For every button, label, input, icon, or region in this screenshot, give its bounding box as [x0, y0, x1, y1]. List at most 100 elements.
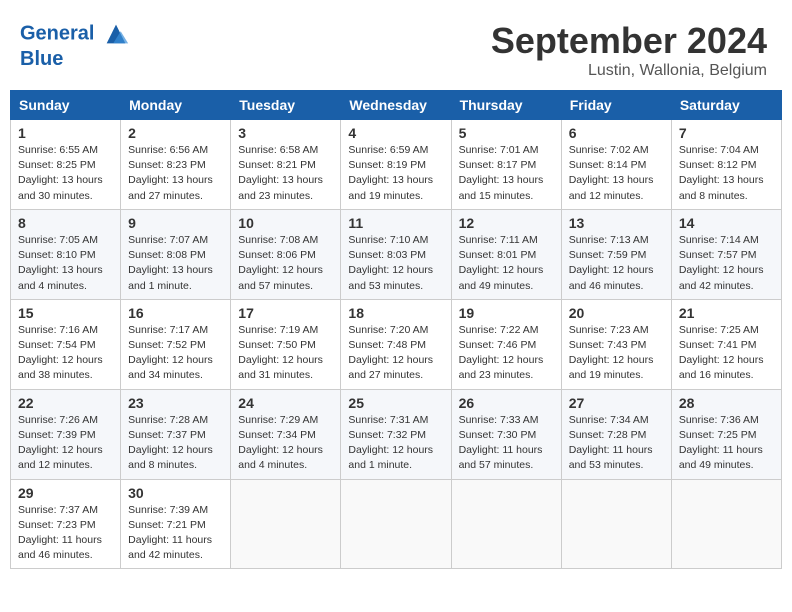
calendar-cell: 2Sunrise: 6:56 AM Sunset: 8:23 PM Daylig…	[121, 120, 231, 210]
calendar-cell: 21 Sunrise: 7:25 AM Sunset: 7:41 PM Dayli…	[671, 299, 781, 389]
logo-text2: Blue	[20, 48, 130, 70]
cell-content: Sunrise: 6:58 AM Sunset: 8:21 PM Dayligh…	[238, 143, 333, 204]
calendar-cell: 17Sunrise: 7:19 AM Sunset: 7:50 PM Dayli…	[231, 299, 341, 389]
day-number: 5	[459, 125, 554, 141]
calendar-cell: 10 Sunrise: 7:08 AM Sunset: 8:06 PM Dayli…	[231, 209, 341, 299]
month-title: September 2024	[491, 20, 767, 62]
cell-content: Sunrise: 6:59 AM Sunset: 8:19 PM Dayligh…	[348, 143, 443, 204]
calendar-cell: 29 Sunrise: 7:37 AM Sunset: 7:23 PM Dayli…	[11, 479, 121, 569]
day-header-sunday: Sunday	[11, 91, 121, 120]
calendar-cell: 4 Sunrise: 6:59 AM Sunset: 8:19 PM Daylig…	[341, 120, 451, 210]
day-number: 21	[679, 305, 774, 321]
day-number: 19	[459, 305, 554, 321]
cell-content: Sunrise: 7:36 AM Sunset: 7:25 PM Dayligh…	[679, 413, 774, 474]
cell-content: Sunrise: 7:16 AM Sunset: 7:54 PM Dayligh…	[18, 323, 113, 384]
calendar-cell: 22Sunrise: 7:26 AM Sunset: 7:39 PM Dayli…	[11, 389, 121, 479]
cell-content: Sunrise: 7:31 AM Sunset: 7:32 PM Dayligh…	[348, 413, 443, 474]
calendar-cell	[231, 479, 341, 569]
cell-content: Sunrise: 7:01 AM Sunset: 8:17 PM Dayligh…	[459, 143, 554, 204]
day-number: 16	[128, 305, 223, 321]
day-number: 30	[128, 485, 223, 501]
calendar-week-row: 1 Sunrise: 6:55 AM Sunset: 8:25 PM Daylig…	[11, 120, 782, 210]
day-header-thursday: Thursday	[451, 91, 561, 120]
day-number: 20	[569, 305, 664, 321]
day-number: 26	[459, 395, 554, 411]
cell-content: Sunrise: 6:55 AM Sunset: 8:25 PM Dayligh…	[18, 143, 113, 204]
cell-content: Sunrise: 7:28 AM Sunset: 7:37 PM Dayligh…	[128, 413, 223, 474]
calendar-cell: 7 Sunrise: 7:04 AM Sunset: 8:12 PM Daylig…	[671, 120, 781, 210]
calendar-cell: 19Sunrise: 7:22 AM Sunset: 7:46 PM Dayli…	[451, 299, 561, 389]
calendar-cell	[341, 479, 451, 569]
cell-content: Sunrise: 7:23 AM Sunset: 7:43 PM Dayligh…	[569, 323, 664, 384]
cell-content: Sunrise: 7:13 AM Sunset: 7:59 PM Dayligh…	[569, 233, 664, 294]
cell-content: Sunrise: 7:17 AM Sunset: 7:52 PM Dayligh…	[128, 323, 223, 384]
day-header-saturday: Saturday	[671, 91, 781, 120]
day-number: 13	[569, 215, 664, 231]
calendar-cell: 23 Sunrise: 7:28 AM Sunset: 7:37 PM Dayli…	[121, 389, 231, 479]
page-header: General Blue September 2024 Lustin, Wall…	[10, 10, 782, 90]
day-header-monday: Monday	[121, 91, 231, 120]
calendar-cell: 1 Sunrise: 6:55 AM Sunset: 8:25 PM Daylig…	[11, 120, 121, 210]
day-number: 25	[348, 395, 443, 411]
calendar-cell: 28Sunrise: 7:36 AM Sunset: 7:25 PM Dayli…	[671, 389, 781, 479]
cell-content: Sunrise: 7:20 AM Sunset: 7:48 PM Dayligh…	[348, 323, 443, 384]
calendar-week-row: 29 Sunrise: 7:37 AM Sunset: 7:23 PM Dayli…	[11, 479, 782, 569]
calendar-cell: 14 Sunrise: 7:14 AM Sunset: 7:57 PM Dayli…	[671, 209, 781, 299]
day-number: 24	[238, 395, 333, 411]
logo-text: General	[20, 20, 130, 48]
day-number: 10	[238, 215, 333, 231]
calendar-cell: 25 Sunrise: 7:31 AM Sunset: 7:32 PM Dayli…	[341, 389, 451, 479]
day-number: 18	[348, 305, 443, 321]
day-header-tuesday: Tuesday	[231, 91, 341, 120]
calendar-cell: 3Sunrise: 6:58 AM Sunset: 8:21 PM Daylig…	[231, 120, 341, 210]
calendar-cell: 12 Sunrise: 7:11 AM Sunset: 8:01 PM Dayli…	[451, 209, 561, 299]
calendar-cell: 30 Sunrise: 7:39 AM Sunset: 7:21 PM Dayli…	[121, 479, 231, 569]
day-number: 23	[128, 395, 223, 411]
day-number: 6	[569, 125, 664, 141]
calendar-week-row: 8Sunrise: 7:05 AM Sunset: 8:10 PM Daylig…	[11, 209, 782, 299]
day-header-wednesday: Wednesday	[341, 91, 451, 120]
calendar-cell	[671, 479, 781, 569]
day-number: 9	[128, 215, 223, 231]
cell-content: Sunrise: 7:33 AM Sunset: 7:30 PM Dayligh…	[459, 413, 554, 474]
cell-content: Sunrise: 7:11 AM Sunset: 8:01 PM Dayligh…	[459, 233, 554, 294]
day-number: 7	[679, 125, 774, 141]
cell-content: Sunrise: 7:34 AM Sunset: 7:28 PM Dayligh…	[569, 413, 664, 474]
day-number: 15	[18, 305, 113, 321]
calendar-table: SundayMondayTuesdayWednesdayThursdayFrid…	[10, 90, 782, 569]
calendar-cell: 11 Sunrise: 7:10 AM Sunset: 8:03 PM Dayli…	[341, 209, 451, 299]
cell-content: Sunrise: 7:14 AM Sunset: 7:57 PM Dayligh…	[679, 233, 774, 294]
day-number: 29	[18, 485, 113, 501]
cell-content: Sunrise: 7:25 AM Sunset: 7:41 PM Dayligh…	[679, 323, 774, 384]
day-number: 12	[459, 215, 554, 231]
cell-content: Sunrise: 7:26 AM Sunset: 7:39 PM Dayligh…	[18, 413, 113, 474]
calendar-cell: 5 Sunrise: 7:01 AM Sunset: 8:17 PM Daylig…	[451, 120, 561, 210]
cell-content: Sunrise: 7:29 AM Sunset: 7:34 PM Dayligh…	[238, 413, 333, 474]
day-number: 4	[348, 125, 443, 141]
day-number: 27	[569, 395, 664, 411]
title-block: September 2024 Lustin, Wallonia, Belgium	[491, 20, 767, 80]
calendar-cell: 13 Sunrise: 7:13 AM Sunset: 7:59 PM Dayli…	[561, 209, 671, 299]
cell-content: Sunrise: 7:07 AM Sunset: 8:08 PM Dayligh…	[128, 233, 223, 294]
calendar-cell: 24 Sunrise: 7:29 AM Sunset: 7:34 PM Dayli…	[231, 389, 341, 479]
cell-content: Sunrise: 7:08 AM Sunset: 8:06 PM Dayligh…	[238, 233, 333, 294]
location: Lustin, Wallonia, Belgium	[491, 62, 767, 80]
cell-content: Sunrise: 6:56 AM Sunset: 8:23 PM Dayligh…	[128, 143, 223, 204]
calendar-cell: 26 Sunrise: 7:33 AM Sunset: 7:30 PM Dayli…	[451, 389, 561, 479]
cell-content: Sunrise: 7:10 AM Sunset: 8:03 PM Dayligh…	[348, 233, 443, 294]
cell-content: Sunrise: 7:39 AM Sunset: 7:21 PM Dayligh…	[128, 503, 223, 564]
day-number: 1	[18, 125, 113, 141]
cell-content: Sunrise: 7:37 AM Sunset: 7:23 PM Dayligh…	[18, 503, 113, 564]
calendar-cell	[561, 479, 671, 569]
day-number: 14	[679, 215, 774, 231]
calendar-cell: 27 Sunrise: 7:34 AM Sunset: 7:28 PM Dayli…	[561, 389, 671, 479]
calendar-cell: 8Sunrise: 7:05 AM Sunset: 8:10 PM Daylig…	[11, 209, 121, 299]
calendar-cell: 15 Sunrise: 7:16 AM Sunset: 7:54 PM Dayli…	[11, 299, 121, 389]
cell-content: Sunrise: 7:05 AM Sunset: 8:10 PM Dayligh…	[18, 233, 113, 294]
day-number: 11	[348, 215, 443, 231]
calendar-cell: 20 Sunrise: 7:23 AM Sunset: 7:43 PM Dayli…	[561, 299, 671, 389]
calendar-cell: 16 Sunrise: 7:17 AM Sunset: 7:52 PM Dayli…	[121, 299, 231, 389]
day-header-friday: Friday	[561, 91, 671, 120]
cell-content: Sunrise: 7:04 AM Sunset: 8:12 PM Dayligh…	[679, 143, 774, 204]
logo: General Blue	[20, 20, 130, 70]
